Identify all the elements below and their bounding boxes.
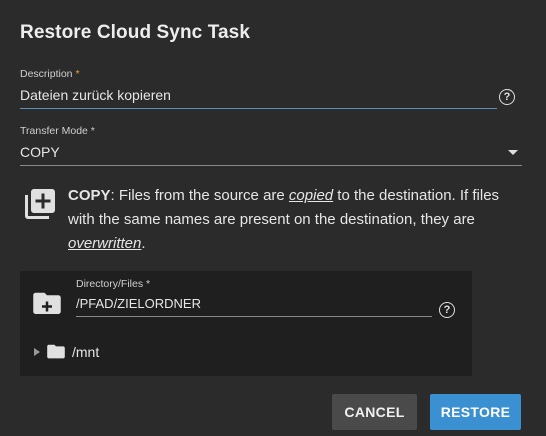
directory-files-label: Directory/Files * [76, 278, 151, 290]
mode-emphasis-overwritten: overwritten [68, 235, 142, 252]
directory-explorer: Directory/Files * /PFAD/ZIELORDNER ? /mn… [20, 271, 472, 376]
required-mark: * [75, 68, 80, 80]
mode-name: COPY [68, 187, 111, 204]
cancel-button[interactable]: CANCEL [332, 394, 417, 430]
mode-text-3: . [141, 235, 146, 252]
restore-cloud-sync-dialog: Restore Cloud Sync Task Description * Da… [0, 0, 546, 436]
mode-emphasis-copied: copied [288, 187, 334, 204]
restore-button[interactable]: RESTORE [430, 394, 521, 430]
arrow-drop-down-icon[interactable] [508, 150, 518, 155]
mode-description: COPY: Files from the source are copied t… [68, 184, 528, 256]
create-new-folder-icon[interactable] [32, 291, 62, 317]
library-add-icon [25, 189, 55, 219]
directory-files-underline [76, 316, 432, 317]
folder-icon [47, 344, 65, 359]
dialog-title: Restore Cloud Sync Task [20, 22, 251, 43]
tree-node-mnt[interactable]: /mnt [34, 343, 99, 361]
tree-node-label: /mnt [72, 344, 100, 360]
transfer-mode-label: Transfer Mode * [20, 125, 95, 137]
help-circle-icon[interactable]: ? [499, 89, 515, 105]
transfer-mode-select[interactable]: COPY [20, 144, 60, 160]
transfer-mode-underline [20, 165, 522, 166]
directory-files-input[interactable]: /PFAD/ZIELORDNER [76, 296, 201, 311]
description-input[interactable]: Dateien zurück kopieren [20, 87, 171, 103]
description-underline [20, 108, 497, 109]
tree-expand-icon[interactable] [34, 348, 40, 356]
help-circle-icon[interactable]: ? [439, 302, 455, 318]
description-label-text: Description [20, 68, 73, 80]
mode-text-1: : Files from the source are [110, 187, 289, 204]
description-label: Description * [20, 68, 80, 80]
